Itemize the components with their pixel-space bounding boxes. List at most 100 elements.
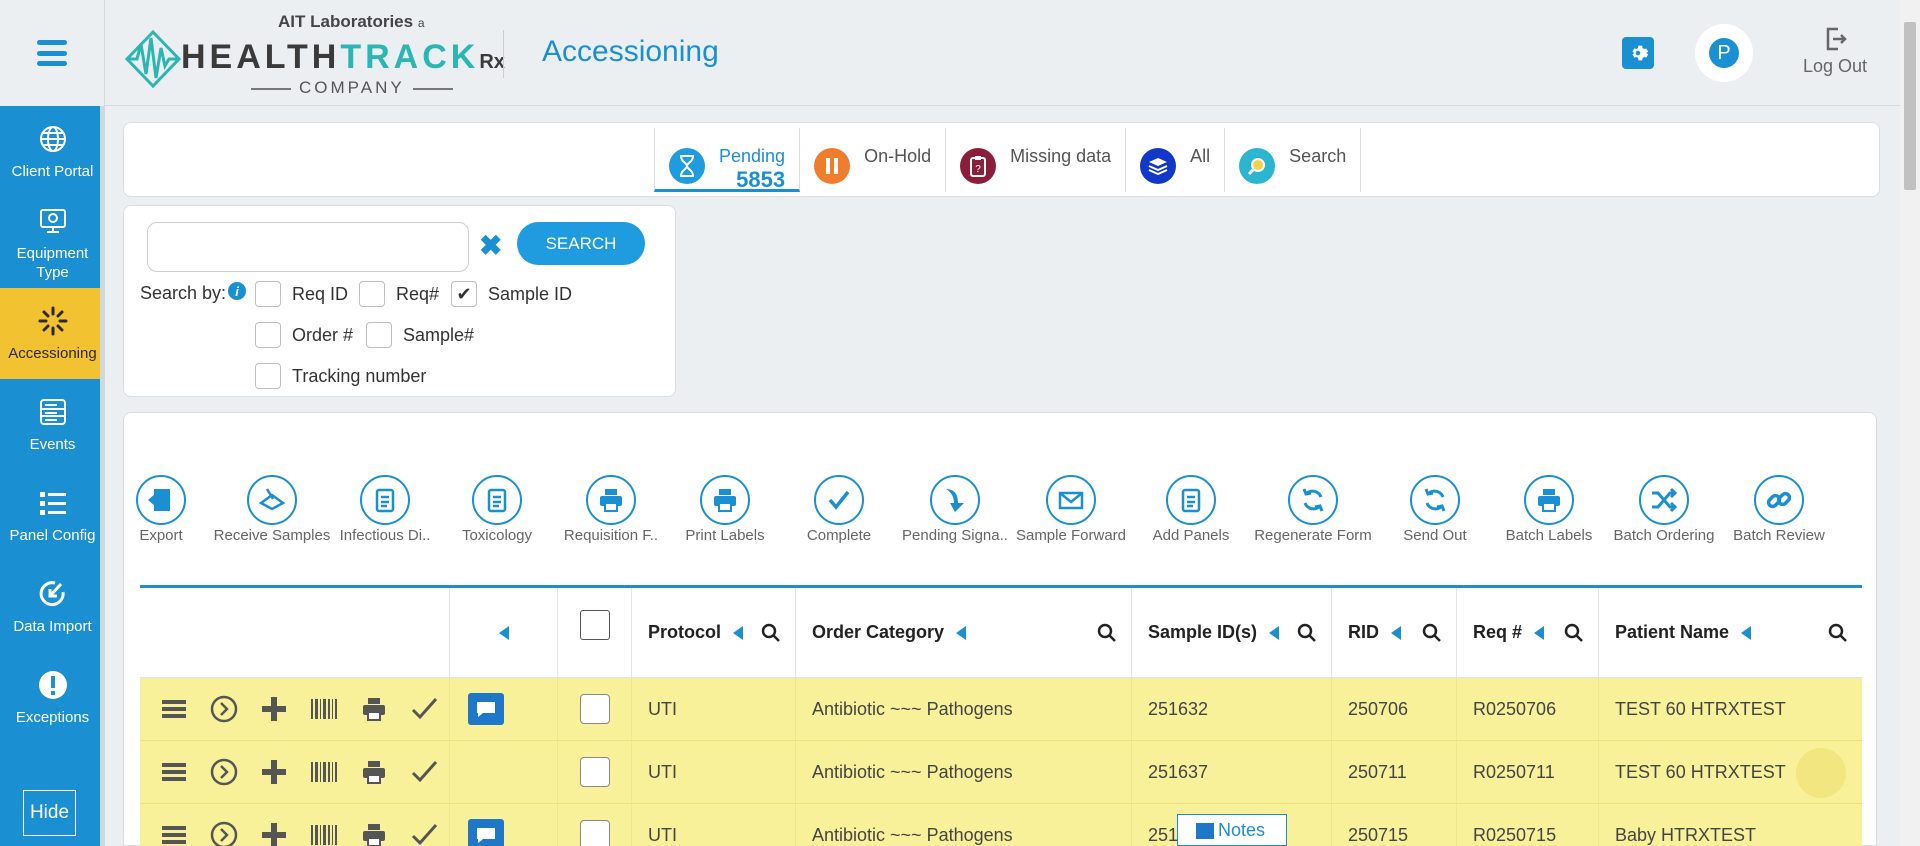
column-search-icon[interactable]	[1422, 623, 1442, 643]
send-out-button[interactable]: Send Out	[1375, 475, 1495, 544]
tab-missing-data[interactable]: ? Missing data	[946, 128, 1127, 192]
header-sample-ids[interactable]: Sample ID(s)	[1132, 588, 1332, 677]
sort-icon[interactable]	[1269, 625, 1280, 640]
receive-samples-button[interactable]: Receive Samples	[212, 475, 332, 544]
sort-icon[interactable]	[1391, 625, 1401, 640]
row-print-icon[interactable]	[356, 691, 392, 727]
row-menu-icon[interactable]	[156, 754, 192, 790]
row-print-icon[interactable]	[356, 754, 392, 790]
sidebar-item-equipment-type[interactable]: Equipment Type	[0, 197, 105, 288]
batch-labels-button[interactable]: Batch Labels	[1489, 475, 1609, 544]
tab-search[interactable]: Search	[1225, 128, 1362, 192]
option-req-id[interactable]: Req ID	[255, 281, 348, 307]
row-open-icon[interactable]	[206, 817, 242, 846]
sort-icon[interactable]	[1741, 625, 1752, 640]
column-search-icon[interactable]	[1097, 623, 1117, 643]
row-add-icon[interactable]	[256, 691, 292, 727]
pending-signature-button[interactable]: Pending Signa..	[895, 475, 1015, 544]
tab-all[interactable]: All	[1126, 128, 1226, 192]
option-sample-id[interactable]: ✔ Sample ID	[451, 281, 572, 307]
sidebar-item-exceptions[interactable]: Exceptions	[0, 652, 105, 743]
row-select-cell	[558, 741, 632, 803]
user-avatar-button[interactable]: P	[1695, 24, 1753, 82]
header-req-no[interactable]: Req #	[1457, 588, 1599, 677]
row-check-icon[interactable]	[406, 817, 442, 846]
column-search-icon[interactable]	[1828, 623, 1848, 643]
page-scrollbar[interactable]	[1900, 0, 1920, 846]
toxicology-button[interactable]: Toxicology	[437, 475, 557, 544]
note-icon[interactable]	[468, 819, 504, 846]
note-icon[interactable]	[468, 693, 504, 725]
row-barcode-icon[interactable]	[306, 691, 342, 727]
info-icon[interactable]: i	[228, 282, 246, 300]
sidebar-item-client-portal[interactable]: Client Portal	[0, 106, 105, 197]
sort-icon[interactable]	[956, 625, 967, 640]
export-button[interactable]: Export	[101, 475, 221, 544]
column-search-icon[interactable]	[761, 623, 781, 643]
row-print-icon[interactable]	[356, 817, 392, 846]
table-row[interactable]: UTI Antibiotic ~~~ Pathogens 251637 2507…	[140, 741, 1862, 804]
column-search-icon[interactable]	[1297, 623, 1317, 643]
checkbox-req-no[interactable]	[359, 281, 385, 307]
row-menu-icon[interactable]	[156, 817, 192, 846]
clear-search-icon[interactable]: ✖	[479, 229, 502, 262]
notification-bubble[interactable]	[1796, 748, 1846, 798]
sidebar-item-events[interactable]: Events	[0, 379, 105, 470]
header-rid[interactable]: RID	[1332, 588, 1457, 677]
sidebar-item-data-import[interactable]: Data Import	[0, 561, 105, 652]
table-row[interactable]: UTI Antibiotic ~~~ Pathogens 25164 25071…	[140, 804, 1862, 846]
complete-button[interactable]: Complete	[779, 475, 899, 544]
checkbox-req-id[interactable]	[255, 281, 281, 307]
row-checkbox[interactable]	[580, 757, 610, 787]
checkbox-sample-id[interactable]: ✔	[451, 281, 477, 307]
sample-forward-button[interactable]: Sample Forward	[1011, 475, 1131, 544]
tab-pending[interactable]: Pending 5853	[654, 128, 801, 192]
search-input[interactable]	[147, 222, 469, 272]
option-order-no[interactable]: Order #	[255, 322, 353, 348]
checkbox-tracking-number[interactable]	[255, 363, 281, 389]
row-add-icon[interactable]	[256, 754, 292, 790]
checkbox-sample-no[interactable]	[366, 322, 392, 348]
header-patient-name[interactable]: Patient Name	[1599, 588, 1862, 677]
checkbox-order-no[interactable]	[255, 322, 281, 348]
column-search-icon[interactable]	[1564, 623, 1584, 643]
row-checkbox[interactable]	[580, 820, 610, 846]
sidebar-item-accessioning[interactable]: Accessioning	[0, 288, 105, 379]
row-check-icon[interactable]	[406, 754, 442, 790]
option-sample-no[interactable]: Sample#	[366, 322, 474, 348]
header-order-category[interactable]: Order Category	[796, 588, 1132, 677]
sidebar-item-panel-config[interactable]: Panel Config	[0, 470, 105, 561]
infectious-disease-button[interactable]: Infectious Di..	[325, 475, 445, 544]
search-button[interactable]: SEARCH	[517, 222, 645, 265]
sort-icon[interactable]	[1534, 625, 1545, 640]
regenerate-form-button[interactable]: Regenerate Form	[1253, 475, 1373, 544]
row-open-icon[interactable]	[206, 691, 242, 727]
row-check-icon[interactable]	[406, 691, 442, 727]
header-protocol[interactable]: Protocol	[632, 588, 796, 677]
print-labels-button[interactable]: Print Labels	[665, 475, 785, 544]
row-menu-icon[interactable]	[156, 691, 192, 727]
batch-review-button[interactable]: Batch Review	[1719, 475, 1839, 544]
row-checkbox[interactable]	[580, 694, 610, 724]
header-label: Patient Name	[1615, 622, 1730, 642]
sort-icon[interactable]	[498, 625, 509, 640]
logout-button[interactable]: Log Out	[1795, 26, 1875, 77]
option-tracking-number[interactable]: Tracking number	[255, 363, 426, 389]
batch-ordering-button[interactable]: Batch Ordering	[1604, 475, 1724, 544]
settings-button[interactable]	[1622, 37, 1654, 69]
menu-toggle-button[interactable]	[0, 0, 105, 106]
row-open-icon[interactable]	[206, 754, 242, 790]
row-barcode-icon[interactable]	[306, 754, 342, 790]
header-notes[interactable]	[450, 588, 558, 677]
row-barcode-icon[interactable]	[306, 817, 342, 846]
option-req-no[interactable]: Req#	[359, 281, 439, 307]
add-panels-button[interactable]: Add Panels	[1131, 475, 1251, 544]
hide-sidebar-button[interactable]: Hide	[23, 790, 76, 836]
sort-icon[interactable]	[733, 625, 744, 640]
row-add-icon[interactable]	[256, 817, 292, 846]
requisition-form-button[interactable]: Requisition F..	[551, 475, 671, 544]
select-all-checkbox[interactable]	[580, 609, 610, 640]
table-row[interactable]: UTI Antibiotic ~~~ Pathogens 251632 2507…	[140, 678, 1862, 741]
tab-on-hold[interactable]: On-Hold	[800, 128, 947, 192]
scrollbar-thumb[interactable]	[1904, 22, 1916, 190]
